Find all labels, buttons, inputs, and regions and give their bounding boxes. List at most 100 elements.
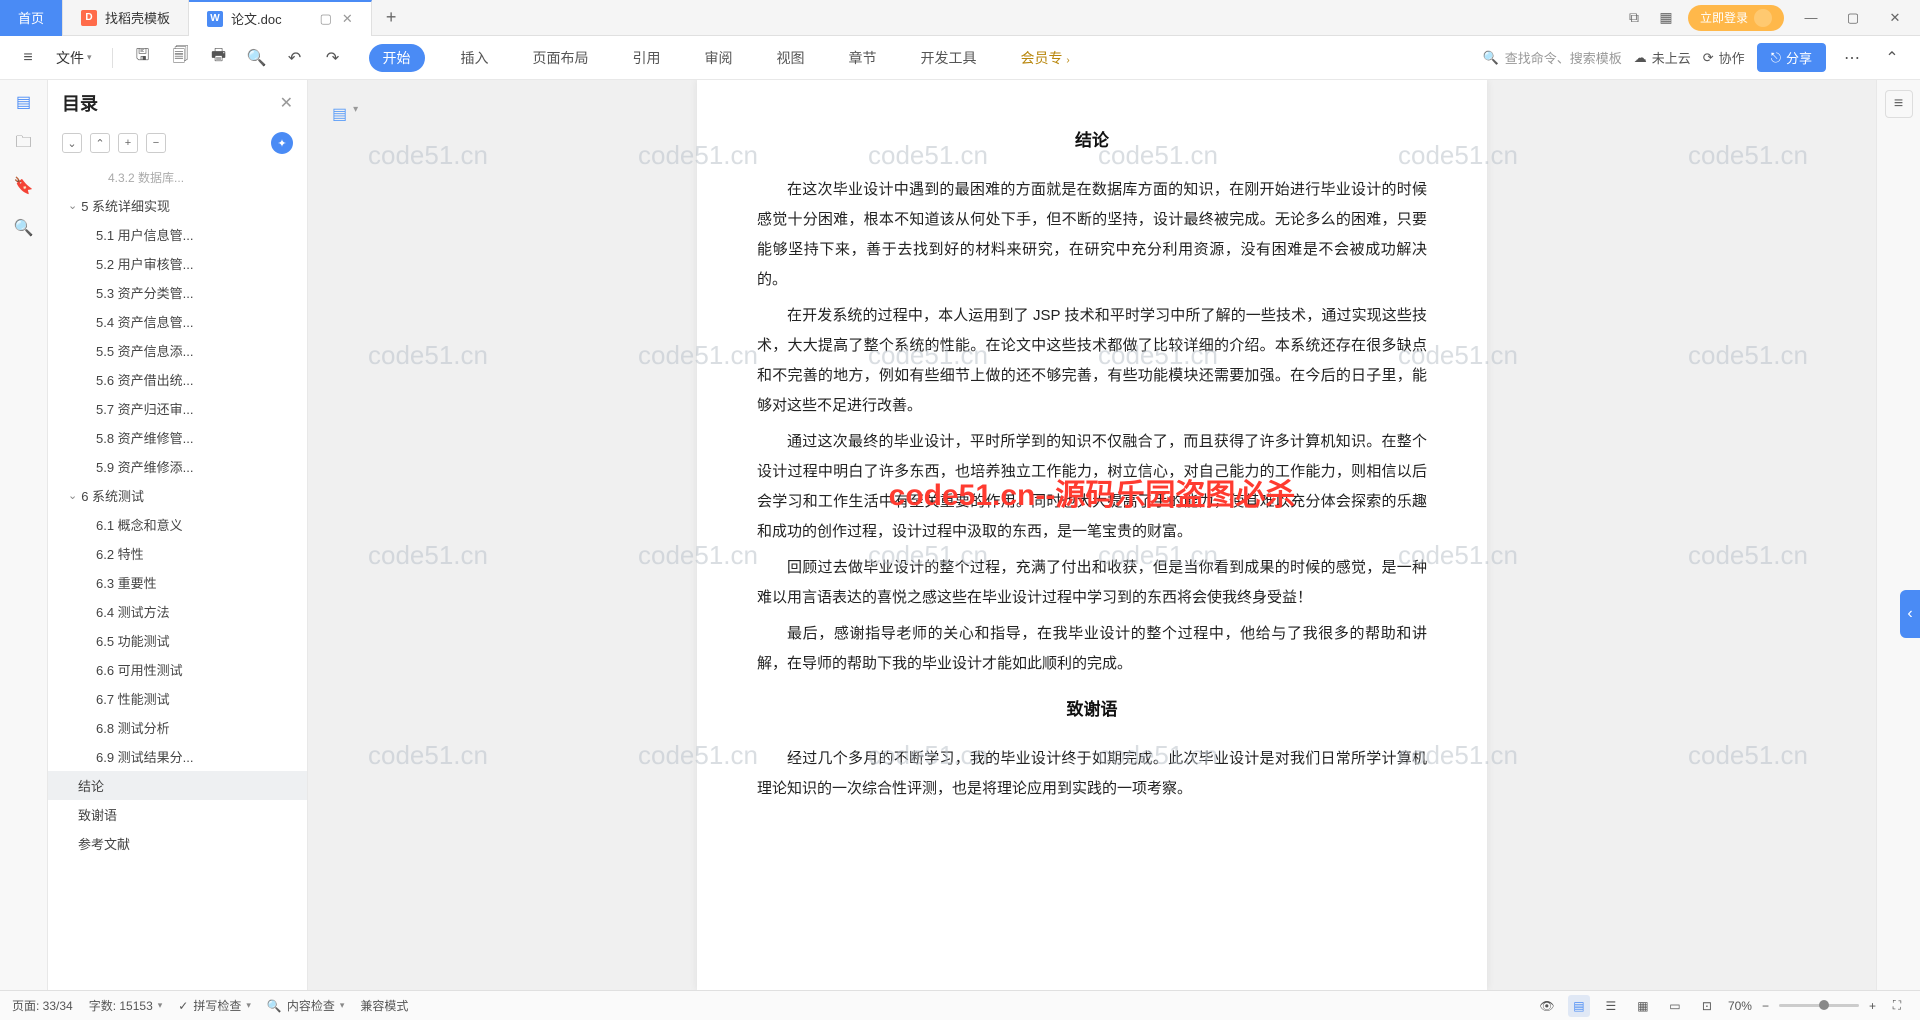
toc-item[interactable]: 6.1 概念和意义 bbox=[48, 510, 307, 539]
toc-collapse-all-icon[interactable]: ⌄ bbox=[62, 133, 82, 153]
toc-item[interactable]: 5.3 资产分类管... bbox=[48, 278, 307, 307]
paragraph: 在这次毕业设计中遇到的最困难的方面就是在数据库方面的知识，在刚开始进行毕业设计的… bbox=[757, 175, 1427, 295]
undo-icon[interactable]: ↶ bbox=[281, 44, 309, 72]
nav-devtools[interactable]: 开发工具 bbox=[913, 44, 985, 72]
close-button[interactable]: ✕ bbox=[1880, 3, 1910, 33]
zoom-label[interactable]: 70% bbox=[1728, 999, 1752, 1013]
toc-item[interactable]: 6.5 功能测试 bbox=[48, 626, 307, 655]
nav-review[interactable]: 审阅 bbox=[697, 44, 741, 72]
search-command[interactable]: 🔍查找命令、搜索模板 bbox=[1483, 48, 1622, 67]
zoom-fit-icon[interactable]: ⊡ bbox=[1696, 995, 1718, 1017]
toc-close-icon[interactable]: ✕ bbox=[280, 93, 293, 113]
toc-item[interactable]: 5.7 资产归还审... bbox=[48, 394, 307, 423]
toc-item[interactable]: 5.8 资产维修管... bbox=[48, 423, 307, 452]
rail-folder-icon[interactable]: 🗀 bbox=[12, 132, 36, 156]
tab-close-icon[interactable]: ✕ bbox=[342, 11, 353, 27]
toc-item[interactable]: 6.9 测试结果分... bbox=[48, 742, 307, 771]
minimize-button[interactable]: — bbox=[1796, 3, 1826, 33]
toc-item[interactable]: 致谢语 bbox=[48, 800, 307, 829]
login-button[interactable]: 立即登录 bbox=[1688, 5, 1784, 31]
toc-ai-icon[interactable]: ✦ bbox=[271, 132, 293, 154]
watermark-bg: code51.cn bbox=[368, 140, 488, 171]
toc-item[interactable]: 6.4 测试方法 bbox=[48, 597, 307, 626]
toc-item[interactable]: 6 系统测试 bbox=[48, 481, 307, 510]
toc-expand-all-icon[interactable]: ⌃ bbox=[90, 133, 110, 153]
toc-item[interactable]: 5.5 资产信息添... bbox=[48, 336, 307, 365]
collab-button[interactable]: ⟳协作 bbox=[1703, 48, 1745, 67]
cloud-status[interactable]: ☁未上云 bbox=[1634, 48, 1691, 67]
redo-icon[interactable]: ↷ bbox=[319, 44, 347, 72]
rail-toc-icon[interactable]: ▤ bbox=[12, 90, 36, 114]
paragraph: 在开发系统的过程中，本人运用到了 JSP 技术和平时学习中所了解的一些技术，通过… bbox=[757, 301, 1427, 421]
toc-item[interactable]: 5 系统详细实现 bbox=[48, 191, 307, 220]
tab-home[interactable]: 首页 bbox=[0, 0, 63, 36]
page-doc-icon[interactable]: ▤ bbox=[332, 104, 347, 124]
watermark-bg: code51.cn bbox=[368, 740, 488, 771]
toc-item[interactable]: 6.3 重要性 bbox=[48, 568, 307, 597]
fullscreen-icon[interactable]: ⛶ bbox=[1886, 995, 1908, 1017]
tab-document[interactable]: W 论文.doc ▢ ✕ bbox=[189, 0, 372, 36]
toc-item[interactable]: 结论 bbox=[48, 771, 307, 800]
print-preview-icon[interactable]: 🔍 bbox=[243, 44, 271, 72]
rail-bookmark-icon[interactable]: 🔖 bbox=[12, 174, 36, 198]
status-bar: 页面: 33/34 字数: 15153 ▾ ✓拼写检查 ▾ 🔍内容检查 ▾ 兼容… bbox=[0, 990, 1920, 1020]
view-read-icon[interactable]: ▭ bbox=[1664, 995, 1686, 1017]
heading-conclusion: 结论 bbox=[757, 126, 1427, 151]
toc-item[interactable]: 5.6 资产借出统... bbox=[48, 365, 307, 394]
status-spellcheck[interactable]: ✓拼写检查 ▾ bbox=[178, 997, 251, 1014]
toc-item[interactable]: 5.2 用户审核管... bbox=[48, 249, 307, 278]
view-eye-icon[interactable]: 👁 bbox=[1536, 995, 1558, 1017]
watermark-bg: code51.cn bbox=[368, 540, 488, 571]
nav-view[interactable]: 视图 bbox=[769, 44, 813, 72]
search-icon: 🔍 bbox=[1483, 50, 1499, 66]
layout-icon[interactable]: ⧉ bbox=[1624, 8, 1644, 28]
side-expand-tab[interactable]: ‹ bbox=[1900, 590, 1920, 638]
toc-item[interactable]: 6.7 性能测试 bbox=[48, 684, 307, 713]
toc-item[interactable]: 5.1 用户信息管... bbox=[48, 220, 307, 249]
nav-start[interactable]: 开始 bbox=[369, 44, 425, 72]
document-canvas[interactable]: ▤▾ code51.cncode51.cncode51.cncode51.cnc… bbox=[308, 80, 1876, 990]
rail-search-icon[interactable]: 🔍 bbox=[12, 216, 36, 240]
view-web-icon[interactable]: ▦ bbox=[1632, 995, 1654, 1017]
status-compat[interactable]: 兼容模式 bbox=[360, 997, 408, 1014]
toc-title: 目录 bbox=[62, 90, 98, 116]
nav-reference[interactable]: 引用 bbox=[625, 44, 669, 72]
right-rail-settings-icon[interactable]: ≡ bbox=[1885, 90, 1913, 118]
toc-item[interactable]: 4.3.2 数据库... bbox=[48, 164, 307, 191]
toc-item[interactable]: 6.2 特性 bbox=[48, 539, 307, 568]
toc-item[interactable]: 6.6 可用性测试 bbox=[48, 655, 307, 684]
toc-add-icon[interactable]: + bbox=[118, 133, 138, 153]
toolbar-collapse-icon[interactable]: ⌃ bbox=[1878, 44, 1906, 72]
tab-screen-icon[interactable]: ▢ bbox=[320, 11, 332, 27]
print-icon[interactable]: 🖶 bbox=[205, 44, 233, 72]
zoom-out-icon[interactable]: − bbox=[1762, 999, 1769, 1013]
toc-item[interactable]: 6.8 测试分析 bbox=[48, 713, 307, 742]
save-as-icon[interactable]: 🗐 bbox=[167, 44, 195, 72]
tab-templates[interactable]: D找稻壳模板 bbox=[63, 0, 189, 36]
apps-icon[interactable]: ▦ bbox=[1656, 8, 1676, 28]
zoom-in-icon[interactable]: + bbox=[1869, 999, 1876, 1013]
hamburger-icon[interactable]: ≡ bbox=[14, 44, 42, 72]
maximize-button[interactable]: ▢ bbox=[1838, 3, 1868, 33]
view-page-icon[interactable]: ▤ bbox=[1568, 995, 1590, 1017]
view-outline-icon[interactable]: ☰ bbox=[1600, 995, 1622, 1017]
nav-chapter[interactable]: 章节 bbox=[841, 44, 885, 72]
nav-layout[interactable]: 页面布局 bbox=[525, 44, 597, 72]
status-contentcheck[interactable]: 🔍内容检查 ▾ bbox=[267, 997, 345, 1014]
toolbar-more-icon[interactable]: ⋯ bbox=[1838, 44, 1866, 72]
zoom-slider[interactable] bbox=[1779, 1004, 1859, 1007]
toc-item[interactable]: 5.4 资产信息管... bbox=[48, 307, 307, 336]
tab-add[interactable]: + bbox=[372, 7, 411, 28]
status-words[interactable]: 字数: 15153 ▾ bbox=[89, 997, 163, 1014]
share-button[interactable]: ⎋分享 bbox=[1757, 43, 1826, 72]
toc-remove-icon[interactable]: − bbox=[146, 133, 166, 153]
status-page[interactable]: 页面: 33/34 bbox=[12, 997, 73, 1014]
titlebar: 首页 D找稻壳模板 W 论文.doc ▢ ✕ + ⧉ ▦ 立即登录 — ▢ ✕ bbox=[0, 0, 1920, 36]
nav-insert[interactable]: 插入 bbox=[453, 44, 497, 72]
file-menu[interactable]: 文件 ▾ bbox=[52, 48, 96, 68]
nav-vip[interactable]: 会员专 › bbox=[1013, 44, 1078, 72]
page-tools-float[interactable]: ▤▾ bbox=[332, 104, 358, 124]
toc-item[interactable]: 5.9 资产维修添... bbox=[48, 452, 307, 481]
toc-item[interactable]: 参考文献 bbox=[48, 829, 307, 858]
save-icon[interactable]: 🖫 bbox=[129, 44, 157, 72]
